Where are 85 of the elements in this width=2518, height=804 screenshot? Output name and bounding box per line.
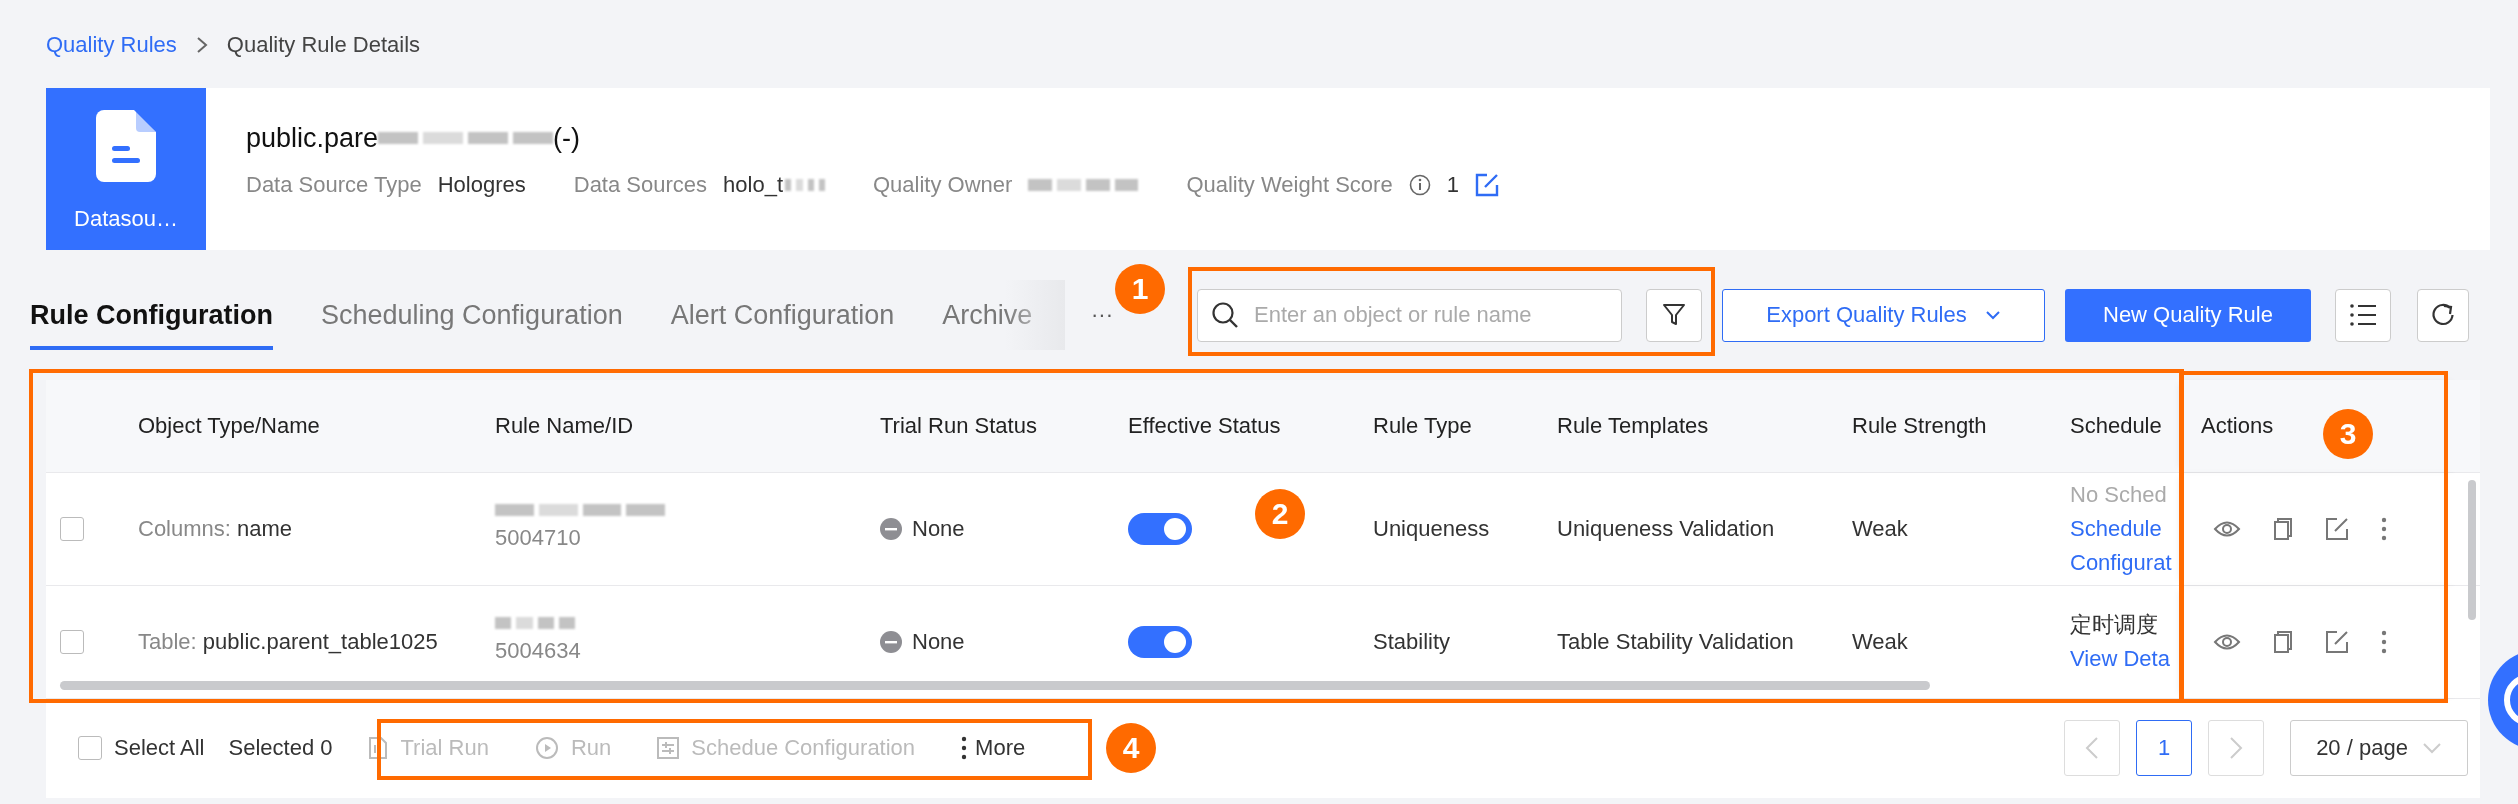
column-header: Actions — [2201, 413, 2274, 439]
meta-label: Quality Weight Score — [1186, 172, 1393, 198]
column-header: Trial Run Status — [879, 412, 1038, 440]
strength-cell-text: Weak — [1851, 628, 1909, 656]
search-icon — [1211, 300, 1239, 329]
scrollbar[interactable] — [2468, 480, 2476, 620]
tab[interactable]: Alert Configuration — [670, 280, 895, 350]
chevron-left-icon — [2085, 736, 2099, 760]
schedule-text: No Sched — [2070, 481, 2168, 509]
column-header: Object Type/Name — [137, 412, 321, 440]
row-checkbox[interactable] — [60, 630, 84, 654]
meta-label: Quality Owner — [873, 172, 1013, 198]
caret-icon — [2421, 742, 2442, 754]
filter-button[interactable] — [1646, 288, 1702, 342]
edit-icon[interactable] — [2325, 517, 2349, 541]
tile-label: Datasou… — [74, 206, 178, 232]
column-header: Rule Strength — [1851, 412, 1988, 440]
column-header: Rule Type — [1372, 412, 1473, 440]
chevron-right-icon — [2229, 736, 2243, 760]
trial-status: None — [912, 515, 965, 543]
rule-id: 5004634 — [495, 637, 582, 665]
schedule-text: 定时调度 — [2070, 611, 2159, 639]
more-icon[interactable] — [2381, 630, 2387, 654]
document-icon — [368, 736, 389, 760]
row-checkbox[interactable] — [60, 517, 84, 541]
filter-icon — [1661, 302, 1687, 328]
scrollbar[interactable] — [60, 681, 1930, 690]
template-cell-text: Uniqueness Validation — [1556, 515, 1776, 543]
template-cell-text: Table Stability Validation — [1556, 628, 1795, 656]
effective-toggle[interactable] — [1128, 626, 1192, 658]
object-cell-text: Columns: name — [137, 515, 294, 543]
meta-label: Data Sources — [573, 172, 708, 198]
select-all-label[interactable]: Select All — [114, 735, 205, 761]
document-icon — [96, 110, 156, 182]
trial-status: None — [912, 628, 965, 656]
blurred-text — [785, 178, 825, 192]
batch-action-button[interactable]: More — [961, 735, 1026, 761]
page-button[interactable]: 1 — [2136, 720, 2192, 776]
minus-circle-icon — [880, 518, 902, 540]
caret-icon — [1984, 310, 2001, 320]
copy-icon[interactable] — [2273, 630, 2293, 654]
copy-icon[interactable] — [2273, 517, 2293, 541]
more-icon — [961, 736, 968, 760]
rule-type-cell-text: Stability — [1372, 628, 1452, 656]
column-header: Rule Templates — [1556, 412, 1710, 440]
edit-icon[interactable] — [1474, 173, 1499, 197]
column-header: Schedule — [2069, 412, 2163, 440]
rule-id: 5004710 — [495, 524, 582, 552]
info-icon[interactable] — [1408, 174, 1431, 196]
more-icon[interactable] — [2381, 517, 2387, 541]
tab[interactable]: Rule Configuration — [30, 280, 273, 350]
meta-value: 1 — [1446, 172, 1459, 198]
new-rule-button[interactable]: New Quality Rule — [2065, 288, 2311, 342]
play-icon — [534, 736, 559, 760]
page-size-select[interactable]: 20 / page — [2290, 720, 2468, 776]
column-header: Effective Status — [1127, 412, 1282, 440]
refresh-icon — [2430, 302, 2456, 328]
callout-number: 1 — [1115, 264, 1165, 314]
schedule-link[interactable]: Schedule Configurat — [2070, 512, 2183, 580]
table-title: public.pare — [246, 122, 379, 154]
breadcrumb-current: Quality Rule Details — [226, 31, 421, 59]
schedule-link[interactable]: View Deta — [2070, 642, 2183, 676]
meta-value: holo_t — [723, 172, 783, 198]
select-all-checkbox[interactable] — [78, 736, 102, 760]
more-tabs[interactable]: ··· — [1091, 302, 1113, 328]
refresh-button[interactable] — [2417, 288, 2469, 342]
breadcrumb-link[interactable]: Quality Rules — [46, 31, 177, 59]
rule-type-cell-text: Uniqueness — [1372, 515, 1491, 543]
meta-value: Hologres — [437, 172, 526, 198]
tab[interactable]: Archive — [942, 280, 1033, 350]
tab[interactable]: Scheduling Configuration — [321, 280, 623, 350]
column-header: Rule Name/ID — [494, 412, 635, 440]
meta-label: Data Source Type — [246, 172, 422, 198]
minus-circle-icon — [880, 631, 902, 653]
list-view-button[interactable] — [2335, 288, 2391, 342]
sliders-icon — [657, 737, 680, 759]
object-cell-text: Table: public.parent_table1025 — [137, 628, 439, 656]
list-icon — [2349, 303, 2377, 327]
effective-toggle[interactable] — [1128, 513, 1192, 545]
edit-icon[interactable] — [2325, 630, 2349, 654]
table-title: (-) — [553, 122, 581, 154]
search-field[interactable]: Enter an object or rule name — [1197, 288, 1622, 342]
export-button[interactable]: Export Quality Rules — [1722, 288, 2045, 342]
strength-cell-text: Weak — [1851, 515, 1909, 543]
selected-count: Selected 0 — [228, 735, 333, 761]
